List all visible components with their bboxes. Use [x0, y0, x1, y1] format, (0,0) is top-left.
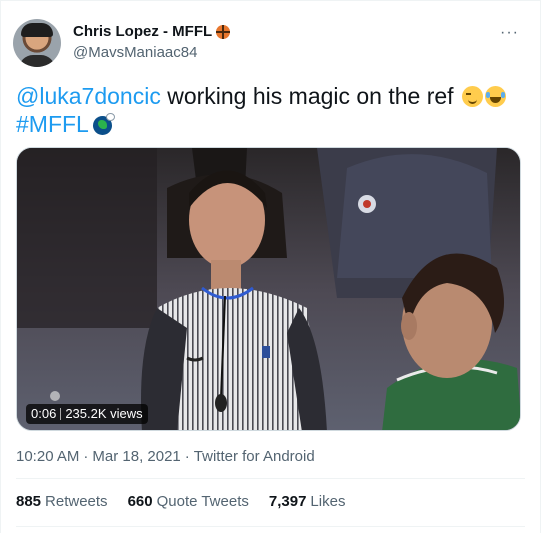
meta-divider [16, 478, 525, 479]
author-display-name[interactable]: Chris Lopez - MFFL [73, 23, 212, 40]
face-with-tears-of-joy-icon [484, 86, 506, 107]
likes-count: 7,397 [268, 493, 307, 510]
quote-tweets-label: Quote Tweets [156, 493, 249, 510]
author-name-row[interactable]: Chris Lopez - MFFL [73, 23, 231, 40]
avatar-cap [21, 23, 53, 37]
stats-divider [16, 526, 525, 527]
video-stats-badge: 0:06 235.2K views [26, 404, 148, 424]
hashtag-link[interactable]: #MFFL [16, 111, 89, 137]
retweets-stat[interactable]: 885 Retweets [16, 493, 108, 510]
engagement-stats: 885 Retweets 660 Quote Tweets 7,397 Likes [16, 493, 345, 510]
left-border [0, 0, 1, 533]
top-divider [0, 0, 541, 1]
likes-label: Likes [310, 493, 346, 510]
avatar-shirt [19, 55, 55, 67]
tweet-text-line-2: #MFFL [16, 110, 115, 138]
quote-tweets-count: 660 [127, 493, 153, 510]
retweets-count: 885 [16, 493, 42, 510]
retweets-label: Retweets [45, 493, 108, 510]
badge-separator [60, 408, 62, 420]
mention-link[interactable]: @luka7doncic [16, 83, 161, 109]
tweet-card: Chris Lopez - MFFL @MavsManiaac84 ··· @l… [0, 0, 541, 533]
meta-separator: · [184, 448, 190, 465]
tweet-meta: 10:20 AM · Mar 18, 2021 · Twitter for Androi… [16, 448, 315, 465]
smirking-face-icon [461, 86, 483, 107]
mavericks-logo-icon [92, 113, 115, 135]
tweet-text-line-1: @luka7doncic working his magic on the re… [16, 82, 506, 110]
tweet-text: working his magic on the ref [160, 83, 454, 109]
tweet-time[interactable]: 10:20 AM [16, 448, 79, 465]
tweet-source[interactable]: Twitter for Android [194, 448, 315, 465]
video-elapsed-time: 0:06 [31, 406, 57, 421]
author-handle[interactable]: @MavsManiaac84 [73, 44, 197, 61]
likes-stat[interactable]: 7,397 Likes [269, 493, 346, 510]
tweet-date[interactable]: Mar 18, 2021 [92, 448, 180, 465]
video-view-count: 235.2K views [65, 406, 143, 421]
basketball-icon [216, 24, 231, 39]
video-frame [17, 148, 520, 430]
meta-separator: · [83, 448, 89, 465]
avatar[interactable] [13, 19, 61, 67]
video-player[interactable]: 0:06 235.2K views [16, 147, 521, 431]
quote-tweets-stat[interactable]: 660 Quote Tweets [128, 493, 249, 510]
more-options-icon[interactable]: ··· [500, 25, 519, 41]
